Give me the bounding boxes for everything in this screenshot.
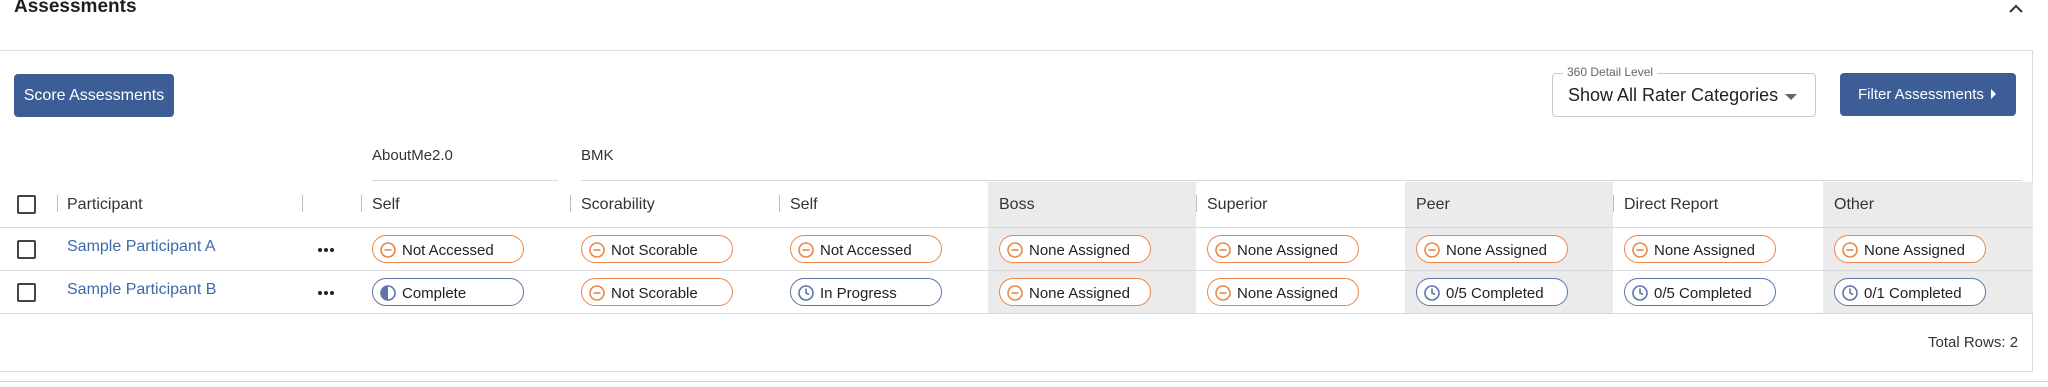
- column-header-participant[interactable]: Participant: [67, 196, 143, 214]
- column-separator: [57, 195, 58, 212]
- group-underline: [581, 180, 2021, 181]
- row-checkbox[interactable]: [17, 240, 36, 259]
- status-badge-label: Complete: [402, 285, 467, 302]
- half-circle-icon: [379, 284, 397, 302]
- status-badge[interactable]: None Assigned: [1207, 278, 1359, 306]
- more-options-icon[interactable]: [316, 283, 336, 303]
- table-row: Sample Participant B Complete Not Scorabl…: [0, 271, 2033, 314]
- clock-icon: [1631, 284, 1649, 302]
- column-separator: [570, 195, 571, 212]
- clock-icon: [1423, 284, 1441, 302]
- group-header-bmk: BMK: [581, 147, 614, 164]
- status-badge-label: None Assigned: [1446, 242, 1547, 259]
- status-badge[interactable]: None Assigned: [1416, 235, 1568, 263]
- caret-right-icon: [1991, 89, 1996, 99]
- status-badge-label: 0/1 Completed: [1864, 285, 1962, 302]
- column-header-other[interactable]: Other: [1834, 196, 1874, 214]
- column-separator: [361, 195, 362, 212]
- clock-icon: [797, 284, 815, 302]
- divider: [0, 381, 2048, 382]
- column-header-direct-report[interactable]: Direct Report: [1624, 196, 1718, 214]
- minus-circle-icon: [588, 284, 606, 302]
- column-header-scorability[interactable]: Scorability: [581, 196, 655, 214]
- minus-circle-icon: [588, 241, 606, 259]
- column-header-peer[interactable]: Peer: [1416, 196, 1450, 214]
- status-badge[interactable]: None Assigned: [999, 235, 1151, 263]
- status-badge-label: Not Scorable: [611, 285, 698, 302]
- participant-link[interactable]: Sample Participant A: [67, 238, 216, 256]
- table-header: Participant Self Scorability Self Boss S…: [0, 182, 2033, 228]
- status-badge-label: None Assigned: [1237, 285, 1338, 302]
- status-badge-label: In Progress: [820, 285, 897, 302]
- status-badge-label: None Assigned: [1029, 285, 1130, 302]
- status-badge[interactable]: In Progress: [790, 278, 942, 306]
- row-checkbox[interactable]: [17, 283, 36, 302]
- column-header-self[interactable]: Self: [790, 196, 818, 214]
- status-badge[interactable]: Not Accessed: [372, 235, 524, 263]
- column-separator: [1613, 195, 1614, 212]
- status-badge[interactable]: Not Scorable: [581, 278, 733, 306]
- minus-circle-icon: [1006, 241, 1024, 259]
- select-all-checkbox[interactable]: [17, 195, 36, 214]
- status-badge-label: Not Scorable: [611, 242, 698, 259]
- status-badge[interactable]: None Assigned: [1207, 235, 1359, 263]
- minus-circle-icon: [1631, 241, 1649, 259]
- status-badge-label: Not Accessed: [402, 242, 494, 259]
- status-badge[interactable]: 0/5 Completed: [1416, 278, 1568, 306]
- column-separator: [779, 195, 780, 212]
- status-badge-label: Not Accessed: [820, 242, 912, 259]
- column-header-superior[interactable]: Superior: [1207, 196, 1267, 214]
- detail-level-value: Show All Rater Categories: [1568, 85, 1779, 105]
- status-badge-label: None Assigned: [1864, 242, 1965, 259]
- filter-assessments-button[interactable]: Filter Assessments: [1840, 73, 2016, 116]
- minus-circle-icon: [1841, 241, 1859, 259]
- status-badge-label: 0/5 Completed: [1446, 285, 1544, 302]
- status-badge[interactable]: Not Accessed: [790, 235, 942, 263]
- caret-down-icon: [1785, 94, 1797, 100]
- minus-circle-icon: [1006, 284, 1024, 302]
- status-badge-label: 0/5 Completed: [1654, 285, 1752, 302]
- column-header-boss[interactable]: Boss: [999, 196, 1035, 214]
- status-badge[interactable]: None Assigned: [999, 278, 1151, 306]
- table-row: Sample Participant A Not Accessed Not Sco…: [0, 228, 2033, 271]
- status-badge[interactable]: None Assigned: [1834, 235, 1986, 263]
- status-badge[interactable]: Not Scorable: [581, 235, 733, 263]
- filter-assessments-label: Filter Assessments: [1858, 86, 1984, 103]
- minus-circle-icon: [1423, 241, 1441, 259]
- status-badge[interactable]: Complete: [372, 278, 524, 306]
- minus-circle-icon: [797, 241, 815, 259]
- minus-circle-icon: [1214, 284, 1232, 302]
- score-assessments-button[interactable]: Score Assessments: [14, 74, 174, 117]
- detail-level-select[interactable]: 360 Detail Level Show All Rater Categori…: [1552, 65, 1816, 117]
- section-header: Assessments: [0, 0, 2048, 24]
- detail-level-label: 360 Detail Level: [1563, 65, 1658, 79]
- status-badge[interactable]: 0/5 Completed: [1624, 278, 1776, 306]
- chevron-up-icon[interactable]: [2006, 0, 2026, 19]
- status-badge-label: None Assigned: [1029, 242, 1130, 259]
- column-separator: [302, 195, 303, 212]
- status-badge-label: None Assigned: [1237, 242, 1338, 259]
- minus-circle-icon: [379, 241, 397, 259]
- status-badge-label: None Assigned: [1654, 242, 1755, 259]
- status-badge[interactable]: 0/1 Completed: [1834, 278, 1986, 306]
- status-badge[interactable]: None Assigned: [1624, 235, 1776, 263]
- participant-link[interactable]: Sample Participant B: [67, 281, 216, 299]
- section-title: Assessments: [14, 0, 137, 17]
- clock-icon: [1841, 284, 1859, 302]
- total-rows-count: Total Rows: 2: [1928, 334, 2019, 351]
- group-header-aboutme: AboutMe2.0: [372, 147, 453, 164]
- column-separator: [1196, 195, 1197, 212]
- minus-circle-icon: [1214, 241, 1232, 259]
- column-header-self[interactable]: Self: [372, 196, 400, 214]
- more-options-icon[interactable]: [316, 240, 336, 260]
- group-underline: [372, 180, 558, 181]
